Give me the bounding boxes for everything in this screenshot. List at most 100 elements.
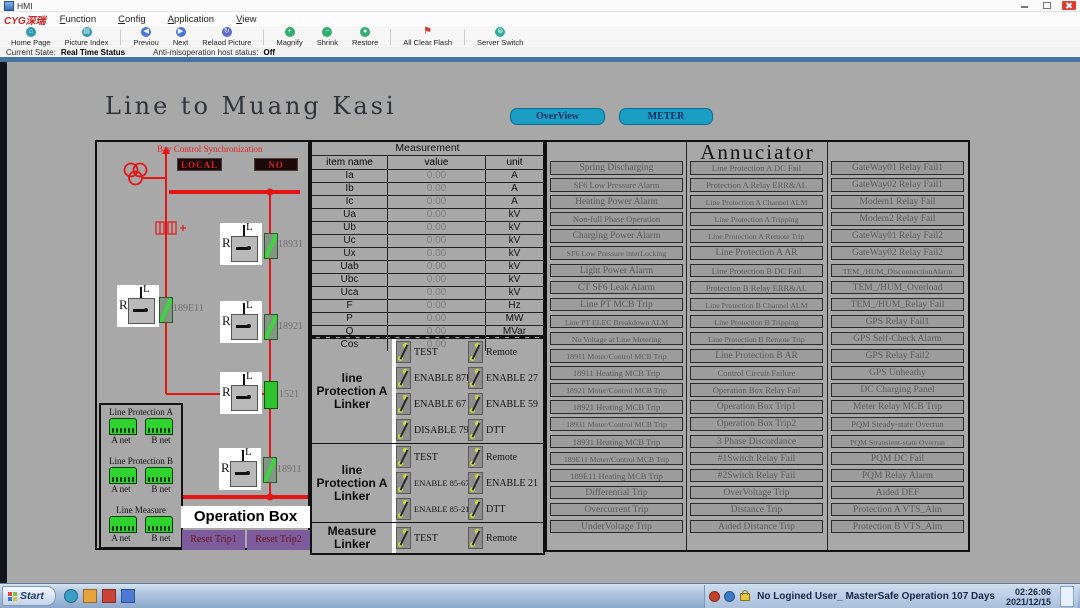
toolbar-shrink-button[interactable]: −Shrink <box>317 27 338 47</box>
annunciator-divider <box>827 142 828 550</box>
annunciator-column-2: Line Protection A DC FailProtection A Re… <box>690 161 823 533</box>
quick-launch-app-icon[interactable] <box>121 589 135 603</box>
measurement-row: Ub0.00kV <box>312 222 543 235</box>
annunciator-tile-light-power-alarm: Light Power Alarm <box>550 264 683 278</box>
shrink-icon: − <box>322 27 332 37</box>
quick-launch-media-icon[interactable] <box>64 589 78 603</box>
measurement-row: Ux0.00kV <box>312 248 543 261</box>
measurement-value: 0.00 <box>388 235 486 247</box>
magnify-icon: + <box>285 27 295 37</box>
knife-switch-icon[interactable] <box>396 393 411 415</box>
annunciator-tile-tem-hum-relay-fail: TEM_/HUM_Relay Fail <box>831 298 964 312</box>
linker-row: TEST Remote <box>396 444 543 470</box>
measurement-unit: MW <box>486 313 543 325</box>
disconnector-18911[interactable] <box>263 457 277 483</box>
knife-switch-icon[interactable] <box>396 367 411 389</box>
network-port-label: B net <box>151 533 170 543</box>
toolbar-picture-index-button[interactable]: ▤Picture Index <box>65 27 109 47</box>
menu-function[interactable]: Function <box>60 14 96 25</box>
menu-application[interactable]: Application <box>168 14 214 25</box>
breaker-symbol-18911[interactable]: L R <box>219 448 261 490</box>
knife-switch-icon[interactable] <box>468 393 483 415</box>
toolbar-restore-button[interactable]: ●Restore <box>352 27 378 47</box>
linker-switch-label: Remote <box>486 452 517 463</box>
toolbar-next-button[interactable]: ▶Next <box>173 27 188 47</box>
network-port-label: A net <box>111 484 130 494</box>
breaker-r-label: R <box>222 384 231 400</box>
tray-network-icon[interactable] <box>724 591 735 602</box>
measurement-item-name: Uab <box>312 261 388 273</box>
breaker-state-icon <box>231 314 258 340</box>
linker-switch-enable-21: ENABLE 21 <box>468 472 540 494</box>
knife-switch-icon[interactable] <box>396 472 411 494</box>
quick-launch-shield-icon[interactable] <box>102 589 116 603</box>
breaker-stem <box>242 450 244 461</box>
anti-misoperation-label: Anti-misoperation host status: <box>153 48 258 57</box>
toolbar-home-page-button[interactable]: ⌂Home Page <box>11 27 51 47</box>
next-icon: ▶ <box>176 27 186 37</box>
knife-switch-icon[interactable] <box>468 498 483 520</box>
linker-switch-label: Remote <box>486 533 517 544</box>
annunciator-tile-tem-hum-disconnectionalarm: TEM_/HUM_DisconnectionAlarm <box>831 264 964 278</box>
breaker-r-label: R <box>222 235 231 251</box>
button-reset-trip1[interactable]: Reset Trip1 <box>182 530 245 550</box>
breaker-symbol-1521[interactable]: L R <box>220 372 262 414</box>
toolbar-all-clear-flash-button[interactable]: ⚑All Clear Flash <box>403 27 452 47</box>
toolbar-button-label: Shrink <box>317 38 338 47</box>
knife-switch-icon[interactable] <box>468 419 483 441</box>
tray-alarm-icon[interactable] <box>709 591 720 602</box>
menu-config[interactable]: Config <box>118 14 145 25</box>
measurement-value: 0.00 <box>388 261 486 273</box>
annunciator-tile-operation-box-relay-fail: Operation Box Relay Fail <box>690 383 823 397</box>
annunciator-tile-line-protection-b-tripping: Line Protection B Tripping <box>690 315 823 329</box>
no-indicator: NO <box>254 158 298 171</box>
measurement-item-name: Ic <box>312 196 388 208</box>
linker-switch-label: DTT <box>486 425 505 436</box>
knife-switch-icon[interactable] <box>468 341 483 363</box>
knife-switch-icon[interactable] <box>396 498 411 520</box>
breaker-symbol-18921[interactable]: L R <box>220 301 262 343</box>
toolbar-button-label: Picture Index <box>65 38 109 47</box>
measurement-value: 0.00 <box>388 313 486 325</box>
knife-switch-icon[interactable] <box>396 341 411 363</box>
menu-view[interactable]: View <box>236 14 256 25</box>
button-reset-trip2[interactable]: Reset Trip2 <box>247 530 310 550</box>
quick-launch-folder-icon[interactable] <box>83 589 97 603</box>
maximize-icon[interactable] <box>1040 1 1054 10</box>
annunciator-tile-18931-moter-control-mcb-trip: 18931 Moter/Control MCB Trip <box>550 417 683 431</box>
network-section-title: Line Protection B <box>101 456 181 466</box>
knife-switch-icon[interactable] <box>396 419 411 441</box>
toolbar-server-switch-button[interactable]: ⊜Server Switch <box>477 27 523 47</box>
toolbar-relaod-picture-button[interactable]: ↻Relaod Picture <box>202 27 251 47</box>
breaker-symbol-18931[interactable]: L R <box>220 223 262 265</box>
measurement-unit: A <box>486 183 543 195</box>
home-icon: ⌂ <box>26 27 36 37</box>
measurement-unit: kV <box>486 222 543 234</box>
toolbar-previou-button[interactable]: ◀Previou <box>133 27 158 47</box>
knife-switch-icon[interactable] <box>468 367 483 389</box>
knife-switch-icon[interactable] <box>396 527 411 549</box>
circuit-breaker-1521[interactable] <box>264 381 278 409</box>
start-button[interactable]: Start <box>2 586 56 606</box>
annunciator-tile-spring-discharging: Spring Discharging <box>550 161 683 175</box>
disconnector-18931[interactable] <box>264 233 278 259</box>
disconnector-189e11[interactable] <box>159 297 173 323</box>
linker-switch-remote: Remote <box>468 446 540 468</box>
knife-switch-icon[interactable] <box>468 472 483 494</box>
knife-switch-icon[interactable] <box>468 446 483 468</box>
linker-switch-label: TEST <box>414 452 438 463</box>
meter-button[interactable]: METER <box>619 108 713 125</box>
knife-switch-icon[interactable] <box>396 446 411 468</box>
close-icon[interactable] <box>1062 1 1076 10</box>
overview-button[interactable]: OverView <box>510 108 605 125</box>
show-desktop-button[interactable] <box>1060 586 1074 607</box>
disconnector-18921[interactable] <box>264 314 278 340</box>
minimize-icon[interactable] <box>1018 1 1032 10</box>
knife-switch-icon[interactable] <box>468 527 483 549</box>
linker-switch-test: TEST <box>396 446 468 468</box>
login-status-text: No Logined User_ MasterSafe Operation 10… <box>757 591 995 602</box>
annunciator-tile-meter-relay-mcb-trip: Meter Relay MCB Trip <box>831 400 964 414</box>
breaker-symbol-189e11[interactable]: L R <box>117 285 159 327</box>
reload-picture-icon: ↻ <box>222 27 232 37</box>
toolbar-magnify-button[interactable]: +Magnify <box>276 27 302 47</box>
